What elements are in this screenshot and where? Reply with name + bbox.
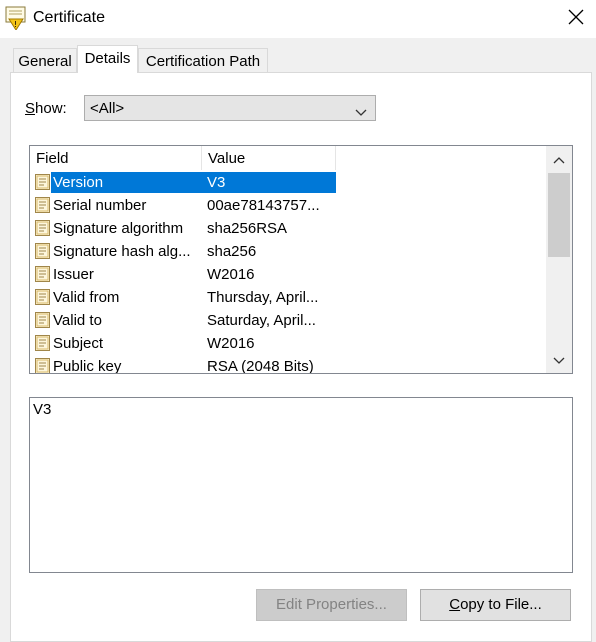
certificate-field-icon [35,335,50,351]
show-dropdown[interactable]: <All> [84,95,376,121]
list-item[interactable]: Public key RSA (2048 Bits) [30,355,546,374]
list-item[interactable]: Serial number 00ae78143757... [30,194,546,217]
svg-text:!: ! [14,20,17,29]
list-item[interactable]: Valid from Thursday, April... [30,286,546,309]
chevron-up-icon [553,151,565,168]
list-item-field: Signature algorithm [53,220,184,237]
certificate-field-icon [35,197,50,213]
column-header-value[interactable]: Value [202,146,336,170]
certificate-field-icon [35,312,50,328]
list-item-value: sha256 [207,243,257,260]
list-item[interactable]: Signature algorithm sha256RSA [30,217,546,240]
certificate-field-icon [35,289,50,305]
list-item[interactable]: Issuer W2016 [30,263,546,286]
show-label: Show: [25,100,67,117]
certificate-field-icon [35,220,50,236]
list-item[interactable]: Subject W2016 [30,332,546,355]
list-item-value: sha256RSA [207,220,288,237]
list-item-field: Version [53,174,104,191]
list-item-field: Subject [53,335,104,352]
close-icon [568,9,584,29]
fields-list[interactable]: Field Value Version V3 Serial number 00ae78… [29,145,573,374]
certificate-field-icon [35,358,50,373]
list-item-value: V3 [207,174,226,191]
list-item-field: Signature hash alg... [53,243,191,260]
list-item-value: W2016 [207,335,255,352]
scroll-down-button[interactable] [546,347,572,373]
field-detail-text: V3 [33,401,52,418]
edit-properties-button[interactable]: Edit Properties... [256,589,407,621]
list-item[interactable]: Signature hash alg... sha256 [30,240,546,263]
certificate-icon: ! [5,6,27,31]
title-bar: ! Certificate [0,0,596,38]
certificate-field-icon [35,243,50,259]
certificate-field-icon [35,174,50,190]
list-item-field: Issuer [53,266,94,283]
scroll-thumb[interactable] [548,173,570,257]
field-detail-textbox[interactable]: V3 [29,397,573,573]
tab-general-label: General [18,53,72,70]
close-button[interactable] [558,2,594,36]
list-item-field: Public key [53,358,122,374]
window-title: Certificate [33,9,106,26]
list-item-value: W2016 [207,266,255,283]
chevron-down-icon [355,104,367,121]
column-header-field[interactable]: Field [30,146,202,170]
tab-details-label: Details [84,50,131,67]
tab-certification-path-label: Certification Path [145,53,261,70]
list-item-value: RSA (2048 Bits) [207,358,314,374]
list-item-value: Thursday, April... [207,289,319,306]
list-item-field: Serial number [53,197,147,214]
tab-details[interactable]: Details [77,45,138,73]
chevron-down-icon [553,352,565,369]
list-item[interactable]: Valid to Saturday, April... [30,309,546,332]
list-item-value: 00ae78143757... [207,197,320,214]
list-item-field: Valid to [53,312,102,329]
tab-general[interactable]: General [13,48,77,73]
list-item-value: Saturday, April... [207,312,316,329]
certificate-field-icon [35,266,50,282]
copy-to-file-button[interactable]: Copy to File... [420,589,571,621]
show-dropdown-value: <All> [90,100,125,117]
list-vertical-scrollbar[interactable] [546,146,572,373]
tab-certification-path[interactable]: Certification Path [138,48,268,73]
scroll-up-button[interactable] [546,146,572,172]
list-item[interactable]: Version V3 [30,171,546,194]
list-item-field: Valid from [53,289,120,306]
